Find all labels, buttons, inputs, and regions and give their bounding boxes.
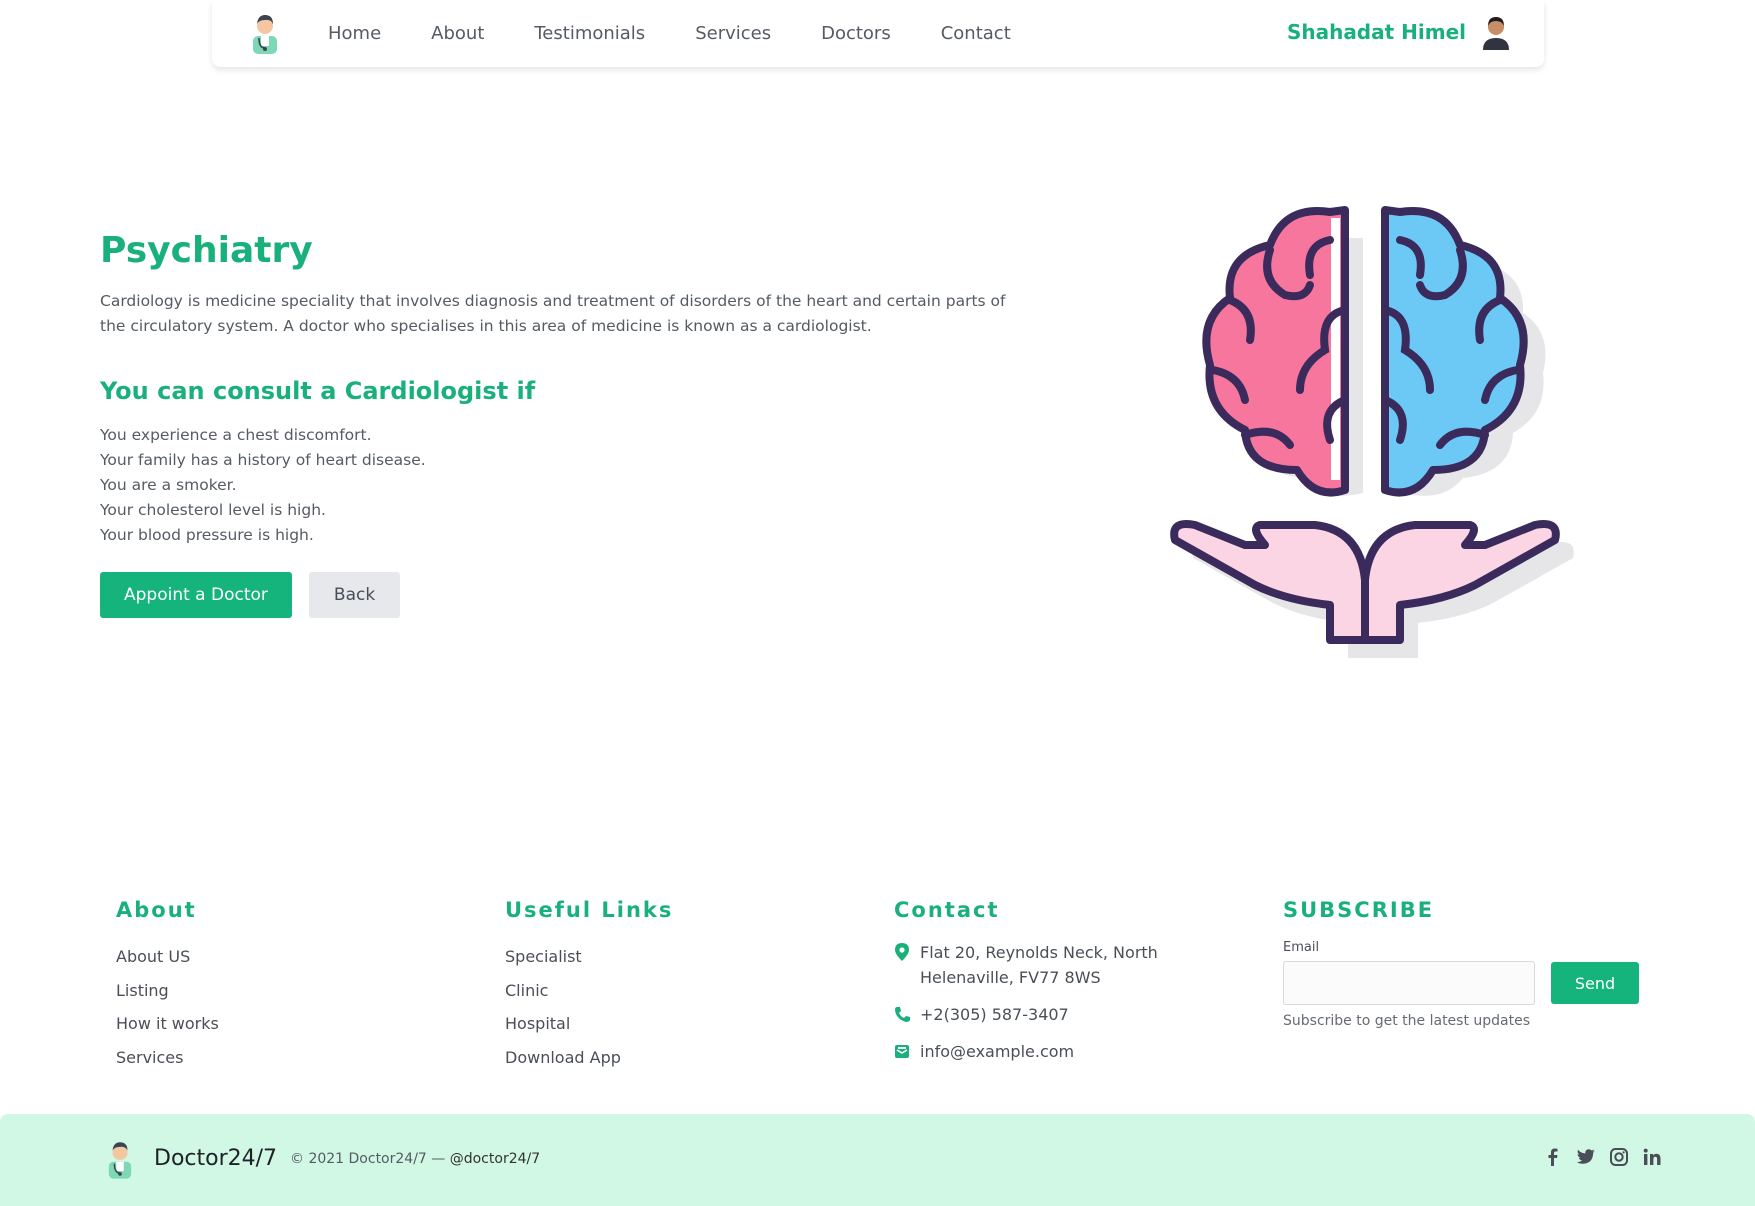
social-handle[interactable]: @doctor24/7 [450,1151,540,1167]
social-links [1531,1146,1663,1168]
footer-useful-links: Useful Links Specialist Clinic Hospital … [505,898,885,1074]
twitter-icon[interactable] [1575,1146,1597,1168]
back-button[interactable]: Back [308,572,401,618]
doctor-logo-icon[interactable] [250,12,280,54]
brand-name[interactable]: Doctor24/7 [154,1146,277,1171]
doctor-logo-icon[interactable] [106,1138,134,1180]
footer-about: About About US Listing How it works Serv… [116,898,496,1074]
footer-link-download-app[interactable]: Download App [505,1041,885,1075]
footer-contact: Contact Flat 20, Reynolds Neck, North He… [894,898,1244,1076]
footer-contact-title: Contact [894,898,1000,922]
footer-link-clinic[interactable]: Clinic [505,974,885,1008]
footer-link-listing[interactable]: Listing [116,974,496,1008]
footer-subscribe: SUBSCRIBE Email Send Subscribe to get th… [1283,898,1683,1029]
nav-contact[interactable]: Contact [941,23,1011,44]
nav-services[interactable]: Services [695,23,771,44]
list-item: You experience a chest discomfort. [100,426,372,444]
conditions-list: You experience a chest discomfort. Your … [100,423,1020,548]
footer-useful-title: Useful Links [505,898,674,922]
list-item: Your family has a history of heart disea… [100,451,426,469]
send-button[interactable]: Send [1551,962,1639,1004]
email-field[interactable] [1283,961,1535,1005]
list-item: Your cholesterol level is high. [100,501,326,519]
list-item: You are a smoker. [100,476,237,494]
subscribe-note: Subscribe to get the latest updates [1283,1013,1531,1029]
footer-link-about-us[interactable]: About US [116,940,496,974]
email-label: Email [1283,940,1320,955]
page-title: Psychiatry [100,230,313,271]
nav-home[interactable]: Home [328,23,381,44]
footer-link-how-it-works[interactable]: How it works [116,1007,496,1041]
phone-icon [895,1007,910,1022]
footer-link-hospital[interactable]: Hospital [505,1007,885,1041]
navbar: Home About Testimonials Services Doctors… [212,0,1544,67]
hero-section: Psychiatry Cardiology is medicine specia… [100,230,1020,618]
nav-about[interactable]: About [431,23,484,44]
avatar[interactable] [1482,14,1510,50]
bottom-bar: Doctor24/7 © 2021 Doctor24/7 — @doctor24… [0,1114,1755,1206]
footer-about-title: About [116,898,197,922]
specialty-description: Cardiology is medicine speciality that i… [100,292,1006,335]
consult-heading: You can consult a Cardiologist if [100,377,536,405]
list-item: Your blood pressure is high. [100,526,314,544]
footer-link-services[interactable]: Services [116,1041,496,1075]
envelope-icon [895,1045,909,1058]
contact-email: info@example.com [894,1039,1244,1064]
contact-email-text[interactable]: info@example.com [920,1039,1074,1064]
instagram-icon[interactable] [1608,1146,1630,1168]
copyright-text: © 2021 Doctor24/7 — @doctor24/7 [290,1151,540,1167]
facebook-icon[interactable] [1542,1146,1564,1168]
nav-doctors[interactable]: Doctors [821,23,891,44]
subscribe-form: Send [1283,961,1683,1005]
nav-testimonials[interactable]: Testimonials [534,23,645,44]
contact-address: Flat 20, Reynolds Neck, North Helenavill… [894,940,1244,990]
brain-hands-illustration [1170,206,1574,658]
action-buttons: Appoint a Doctor Back [100,572,1020,618]
copyright-label: © 2021 Doctor24/7 — [290,1151,450,1167]
user-menu[interactable]: Shahadat Himel [1287,14,1510,50]
contact-address-text: Flat 20, Reynolds Neck, North Helenavill… [920,943,1158,987]
footer-link-specialist[interactable]: Specialist [505,940,885,974]
map-pin-icon [895,943,909,961]
contact-phone-text[interactable]: +2(305) 587-3407 [920,1002,1069,1027]
footer-subscribe-title: SUBSCRIBE [1283,898,1435,922]
nav-links: Home About Testimonials Services Doctors… [328,0,1061,67]
linkedin-icon[interactable] [1641,1146,1663,1168]
contact-phone: +2(305) 587-3407 [894,1002,1244,1027]
appoint-doctor-button[interactable]: Appoint a Doctor [100,572,292,618]
user-name[interactable]: Shahadat Himel [1287,20,1466,44]
